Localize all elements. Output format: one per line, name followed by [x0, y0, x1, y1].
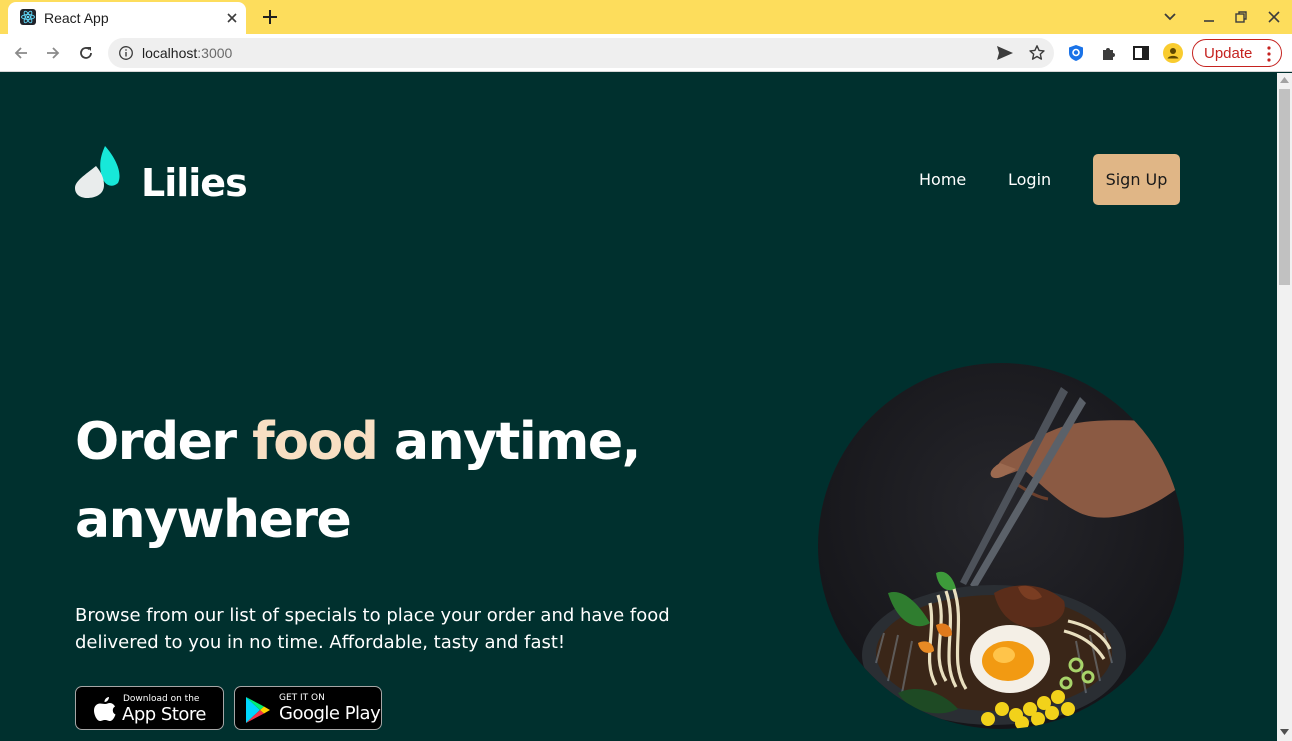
close-window-icon[interactable] — [1265, 8, 1283, 26]
plus-icon[interactable] — [259, 6, 281, 28]
app-store-small-text: Download on the — [123, 694, 200, 704]
scroll-down-arrow-icon[interactable] — [1280, 729, 1289, 735]
nav-home-link[interactable]: Home — [919, 170, 966, 189]
react-favicon — [20, 9, 36, 25]
nav-login-link[interactable]: Login — [1008, 170, 1051, 189]
headline-start: Order — [75, 412, 253, 472]
browser-tabstrip: React App — [0, 0, 1292, 34]
brand-name: Lilies — [141, 161, 248, 205]
url-host: localhost — [142, 45, 198, 61]
signup-button[interactable]: Sign Up — [1093, 154, 1180, 205]
more-vert-icon — [1267, 46, 1271, 62]
puzzle-icon[interactable] — [1099, 43, 1119, 63]
landing-page: Lilies Home Login Sign Up Order food any… — [0, 73, 1277, 741]
scroll-up-arrow-icon[interactable] — [1280, 77, 1289, 83]
update-label: Update — [1204, 45, 1253, 62]
update-button[interactable]: Update — [1192, 39, 1282, 67]
shield-extension-icon[interactable] — [1066, 43, 1086, 63]
back-arrow-icon[interactable] — [11, 43, 31, 63]
google-play-small-text: GET IT ON — [279, 693, 325, 703]
send-icon[interactable] — [996, 45, 1014, 61]
minimize-icon[interactable] — [1200, 8, 1218, 26]
hero-headline: Order food anytime, anywhere — [75, 403, 715, 559]
url-text: localhost:3000 — [142, 45, 232, 61]
address-bar[interactable]: localhost:3000 — [108, 38, 1054, 68]
restore-icon[interactable] — [1232, 8, 1250, 26]
google-play-big-text: Google Play — [279, 703, 381, 724]
google-play-icon — [246, 697, 270, 723]
headline-accent: food — [252, 412, 379, 472]
side-panel-icon[interactable] — [1131, 43, 1151, 63]
star-icon[interactable] — [1028, 44, 1046, 62]
tab-title: React App — [44, 10, 109, 26]
page-scrollbar[interactable] — [1277, 73, 1292, 741]
chevron-down-icon[interactable] — [1161, 8, 1179, 26]
google-play-button[interactable]: GET IT ON Google Play — [234, 686, 382, 730]
hero-food-image — [818, 363, 1184, 729]
lilies-logo — [75, 146, 120, 198]
url-port: :3000 — [197, 45, 233, 61]
app-store-button[interactable]: Download on the App Store — [75, 686, 224, 730]
info-icon[interactable] — [118, 45, 134, 61]
ramen-bowl-illustration — [818, 363, 1184, 729]
profile-icon[interactable] — [1163, 43, 1183, 63]
close-icon[interactable] — [224, 10, 240, 26]
browser-toolbar: localhost:3000 Update — [0, 34, 1292, 72]
apple-icon — [94, 697, 116, 721]
reload-icon[interactable] — [76, 43, 96, 63]
forward-arrow-icon[interactable] — [43, 43, 63, 63]
browser-tab[interactable]: React App — [8, 2, 246, 34]
scrollbar-thumb[interactable] — [1279, 89, 1290, 285]
hero-subtext: Browse from our list of specials to plac… — [75, 605, 670, 653]
app-store-big-text: App Store — [122, 704, 206, 725]
